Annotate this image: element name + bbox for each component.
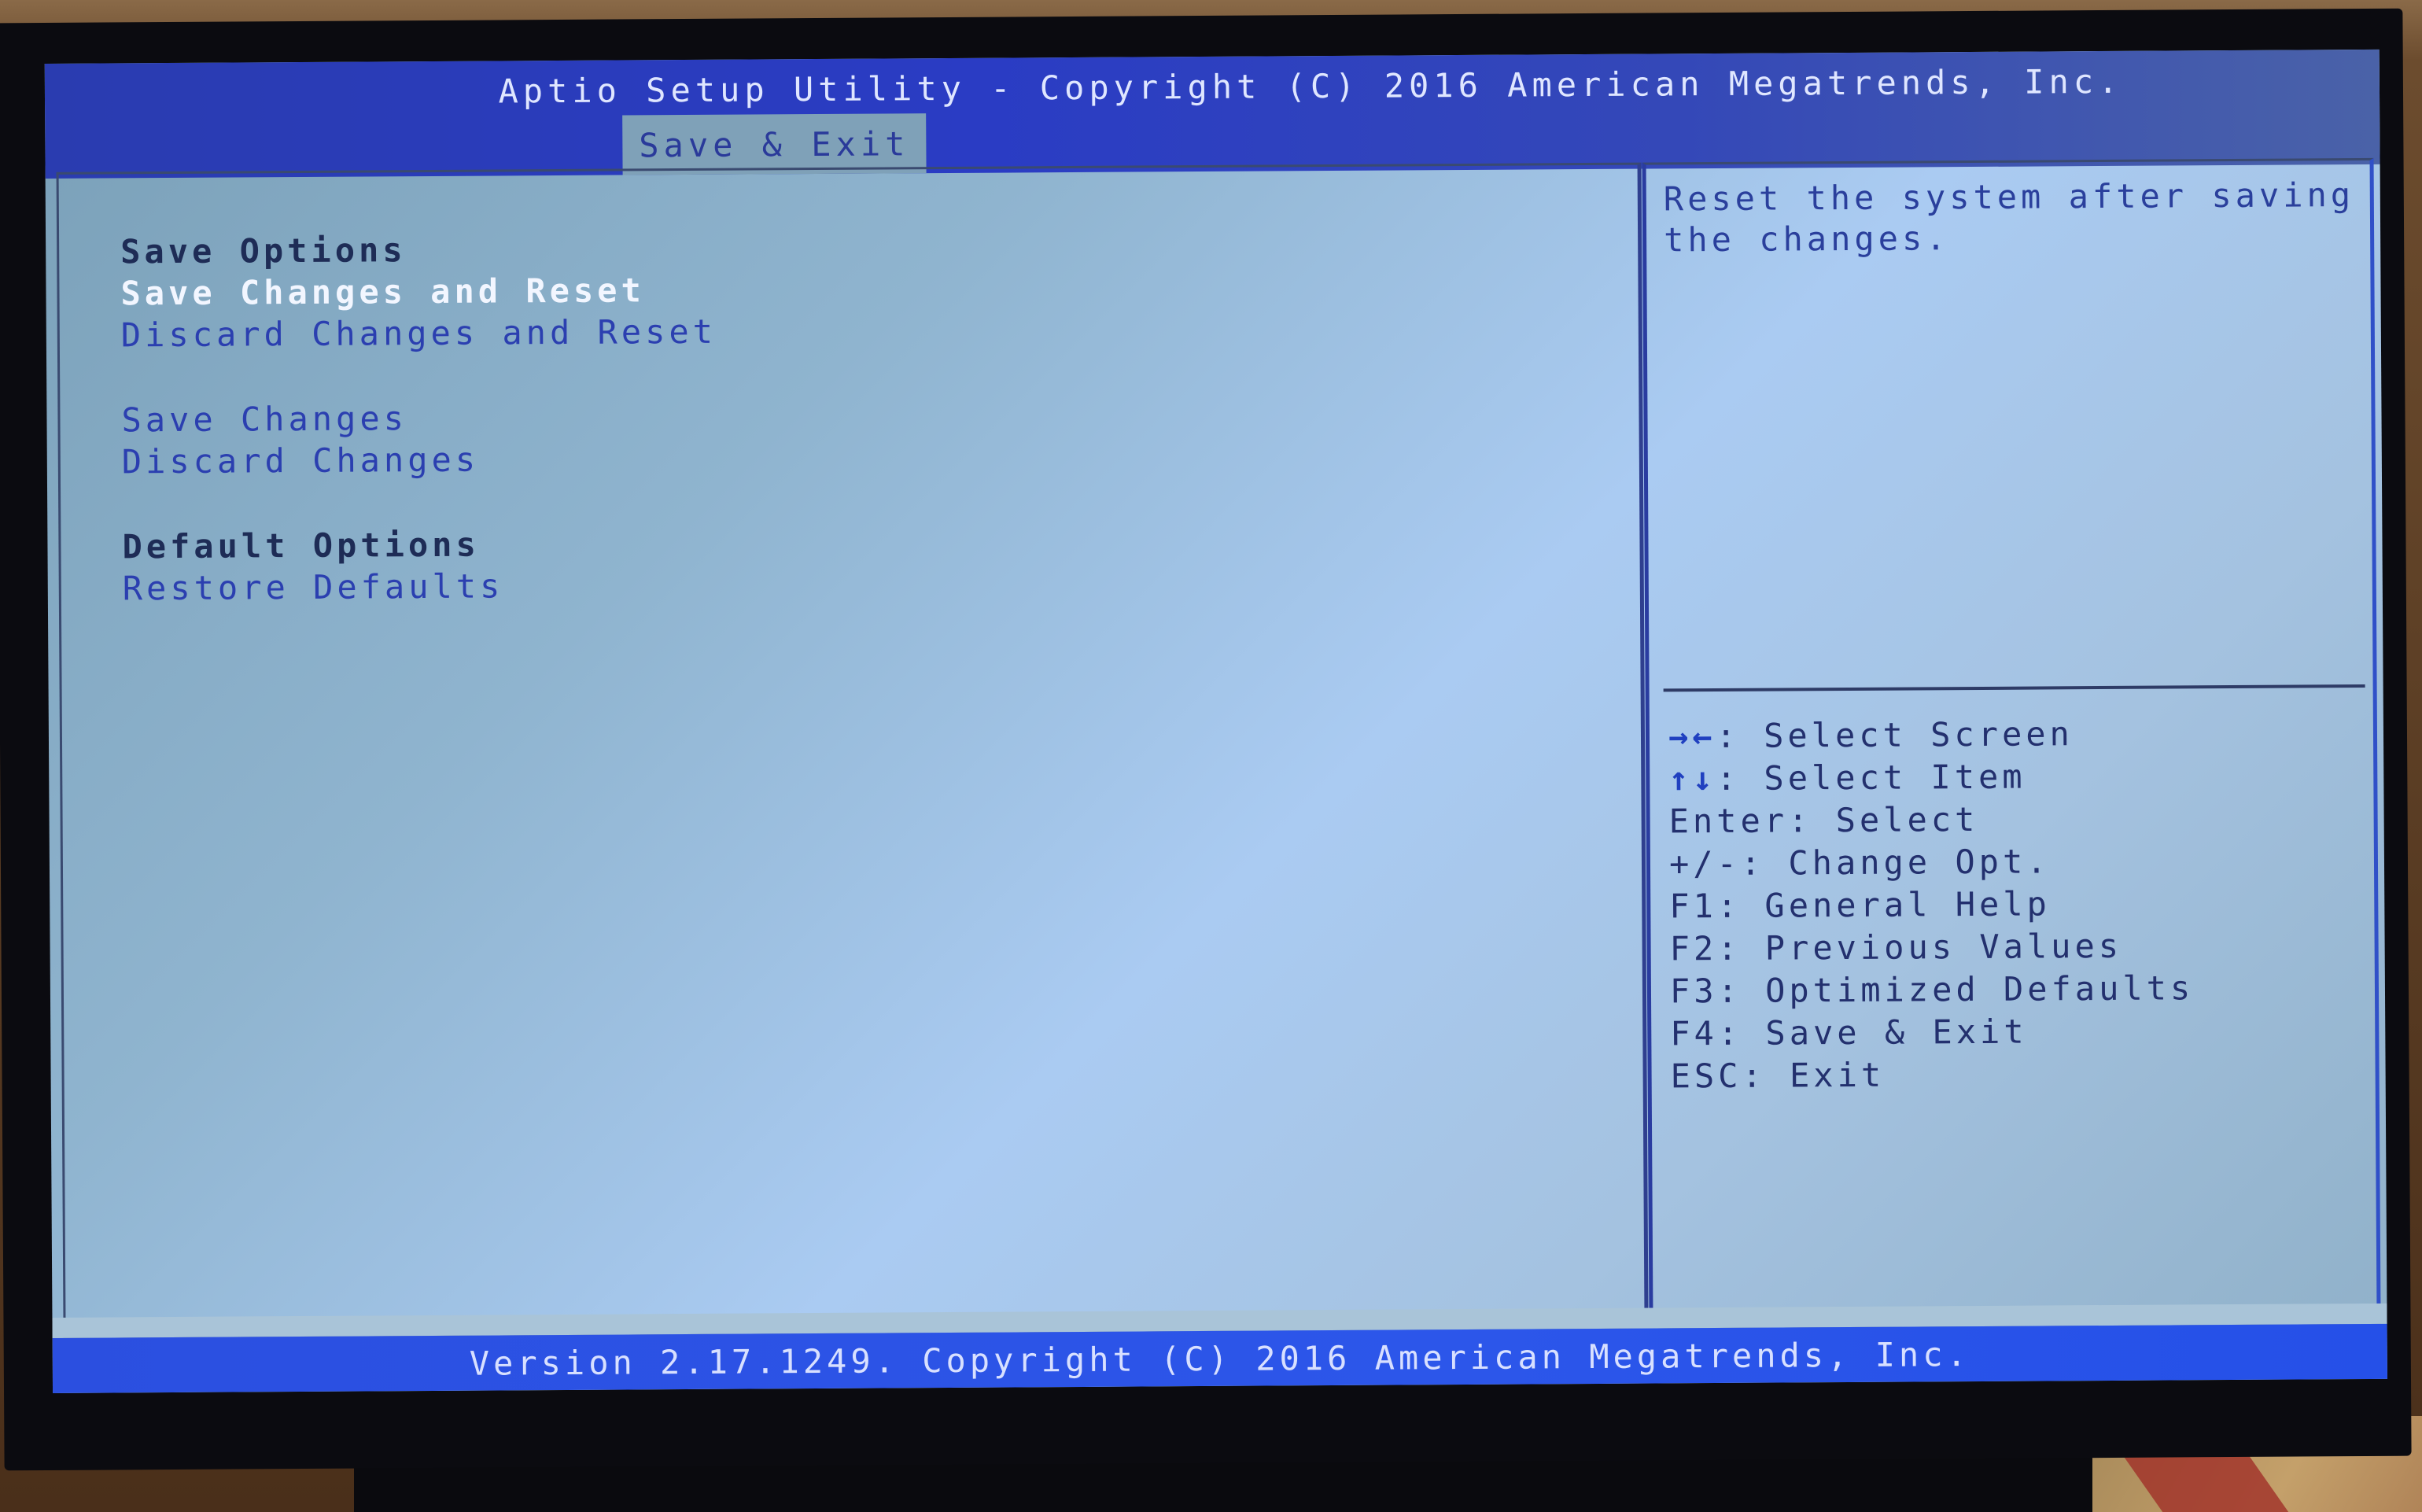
key-desc: : Select Screen [1716,714,2074,756]
key-legend: →←: Select Screen ↑↓: Select Item Enter:… [1668,712,2195,1097]
key-desc: : Previous Values [1717,926,2123,968]
menu-item-save-changes[interactable]: Save Changes [121,396,717,441]
key-change-opt: +/-: Change Opt. [1669,839,2194,885]
key-desc: : Select [1787,799,1979,840]
header-bar: Aptio Setup Utility - Copyright (C) 2016… [44,49,2380,179]
key-label: +/- [1668,843,1741,883]
key-desc: : General Help [1716,884,2052,926]
key-label: F4 [1670,1014,1719,1053]
key-select-screen: →←: Select Screen [1668,712,2193,758]
key-label: F2 [1669,929,1718,968]
help-panel: Reset the system after saving the change… [1642,157,2381,1329]
app-title: Aptio Setup Utility - Copyright (C) 2016… [498,61,2123,111]
menu-list: Save Options Save Changes and Reset Disc… [120,227,718,610]
menu-item-restore-defaults[interactable]: Restore Defaults [123,564,718,610]
help-description: Reset the system after saving the change… [1663,175,2355,260]
key-enter: Enter: Select [1668,797,2193,843]
monitor-bezel: Aptio Setup Utility - Copyright (C) 2016… [0,8,2412,1471]
section-save-options: Save Options [120,230,407,271]
key-desc: : Exit [1742,1055,1886,1095]
key-desc: : Change Opt. [1740,842,2051,883]
key-desc: : Save & Exit [1717,1012,2028,1053]
key-label: F1 [1669,887,1718,926]
key-f4: F4: Save & Exit [1670,1009,2195,1055]
menu-item-save-changes-reset[interactable]: Save Changes and Reset [120,269,716,315]
key-esc: ESC: Exit [1670,1052,2195,1097]
key-f3: F3: Optimized Defaults [1670,967,2195,1012]
key-f2: F2: Previous Values [1669,924,2194,970]
key-desc: : Select Item [1716,757,2026,798]
key-desc: : Optimized Defaults [1717,968,2195,1011]
up-down-arrows-icon: ↑↓ [1668,759,1717,798]
menu-item-discard-changes[interactable]: Discard Changes [122,437,717,483]
bios-screen: Aptio Setup Utility - Copyright (C) 2016… [44,49,2387,1393]
menu-item-discard-changes-reset[interactable]: Discard Changes and Reset [121,311,717,356]
key-label: F3 [1669,972,1718,1011]
key-label: Enter [1668,801,1789,841]
tab-save-exit[interactable]: Save & Exit [622,113,927,175]
key-label: ESC [1670,1056,1742,1096]
main-panel: Save Options Save Changes and Reset Disc… [56,162,1649,1338]
key-select-item: ↑↓: Select Item [1668,754,2193,800]
section-default-options: Default Options [122,525,480,566]
key-f1: F1: General Help [1669,882,2194,927]
help-divider [1663,684,2365,692]
left-right-arrows-icon: →← [1668,717,1716,756]
